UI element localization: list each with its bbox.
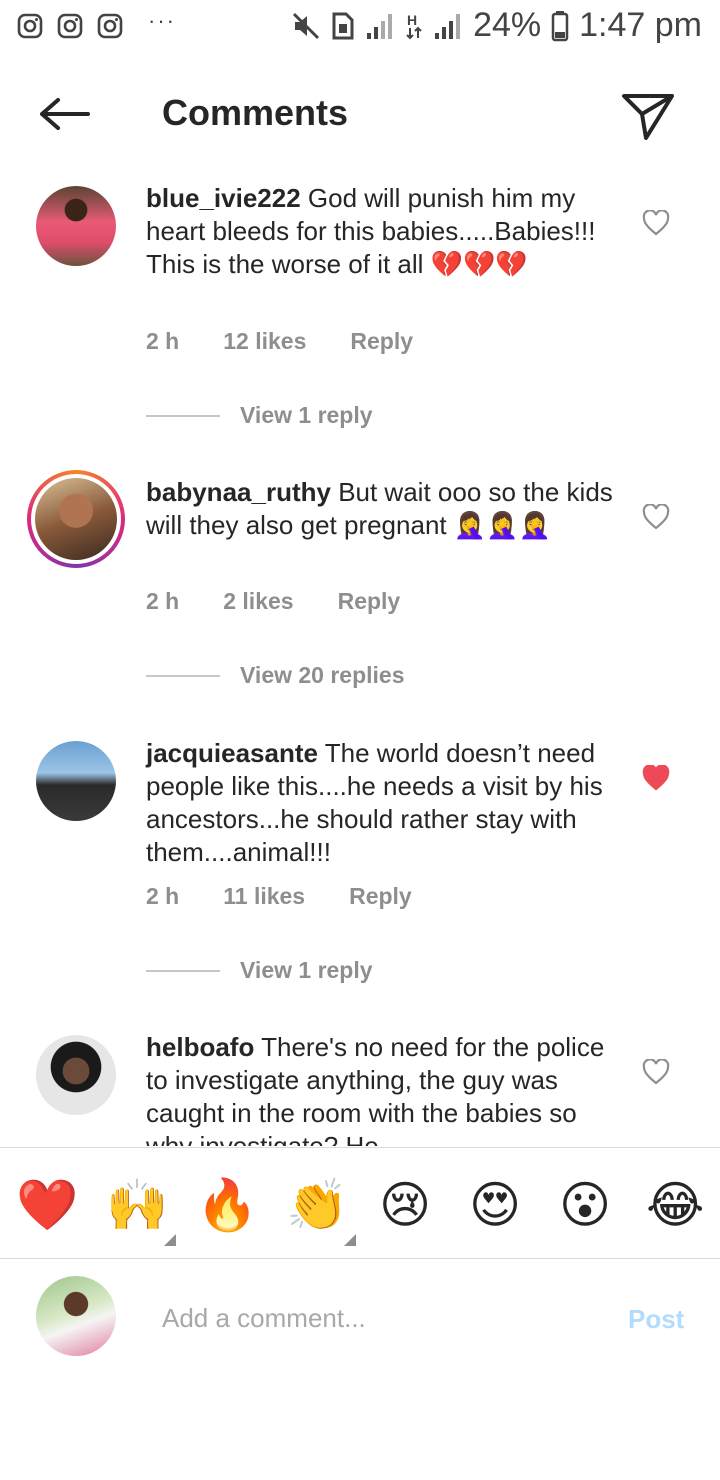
post-button[interactable]: Post <box>628 1304 684 1335</box>
comment-username[interactable]: blue_ivie222 <box>146 183 301 213</box>
comment-likes[interactable]: 11 likes <box>223 883 305 910</box>
view-replies-button[interactable]: View 1 reply <box>146 402 373 429</box>
emoji-surprised-button[interactable]: 😮 <box>556 1176 614 1234</box>
view-replies-label[interactable]: View 1 reply <box>240 957 373 984</box>
comment-input[interactable] <box>162 1298 582 1338</box>
emoji-raised-hands-button[interactable]: 🙌 <box>106 1176 168 1234</box>
emoji-heart-eyes-button[interactable]: 😍 <box>466 1176 524 1234</box>
emoji-heart-button[interactable]: ❤️ <box>16 1176 78 1234</box>
comment-time: 2 h <box>146 328 180 354</box>
like-heart-icon[interactable] <box>642 1059 670 1085</box>
emoji-quick-bar: ❤️ 🙌 🔥 👏 😢 😍 😮 😂 <box>0 1147 720 1259</box>
reply-button[interactable]: Reply <box>349 883 412 910</box>
comment-time: 2 h <box>146 588 180 614</box>
comment-text: babynaa_ruthy But wait ooo so the kids w… <box>146 476 616 542</box>
back-arrow-icon[interactable] <box>36 94 92 134</box>
current-user-avatar <box>36 1276 116 1356</box>
like-heart-icon[interactable] <box>642 504 670 530</box>
comment-likes[interactable]: 12 likes <box>223 328 306 355</box>
battery-icon <box>551 10 569 41</box>
avatar[interactable] <box>36 186 116 266</box>
status-bar: ··· H 24% 1:47 pm <box>0 0 720 56</box>
view-replies-label[interactable]: View 20 replies <box>240 662 405 689</box>
avatar[interactable] <box>35 478 117 560</box>
reply-button[interactable]: Reply <box>338 588 401 615</box>
view-replies-label[interactable]: View 1 reply <box>240 402 373 429</box>
add-comment-bar: Post <box>0 1260 720 1370</box>
reply-divider <box>146 969 220 972</box>
comment-text: blue_ivie222 God will punish him my hear… <box>146 182 616 281</box>
data-transfer-icon: H <box>406 12 422 39</box>
direct-share-icon[interactable] <box>620 92 676 142</box>
comment-meta: 2 h 2 likes Reply <box>146 588 444 615</box>
instagram-icon <box>97 13 123 39</box>
svg-text:H: H <box>407 12 417 28</box>
comment-meta: 2 h 12 likes Reply <box>146 328 457 355</box>
comment-username[interactable]: jacquieasante <box>146 738 318 768</box>
view-replies-button[interactable]: View 1 reply <box>146 957 373 984</box>
battery-percentage: 24% <box>473 6 542 44</box>
status-bar-right: H 24% 1:47 pm <box>291 6 702 45</box>
avatar[interactable] <box>36 1035 116 1115</box>
avatar[interactable] <box>36 741 116 821</box>
emoji-crying-button[interactable]: 😢 <box>376 1176 434 1234</box>
emoji-clapping-button[interactable]: 👏 <box>286 1176 348 1234</box>
signal-icon <box>367 13 393 39</box>
header: Comments <box>0 72 720 162</box>
emoji-fire-button[interactable]: 🔥 <box>196 1176 258 1234</box>
comment-username[interactable]: helboafo <box>146 1032 254 1062</box>
comment-text: jacquieasante The world doesn’t need peo… <box>146 737 616 869</box>
comment-meta: 2 h 11 likes Reply <box>146 883 456 910</box>
reply-divider <box>146 414 220 417</box>
view-replies-button[interactable]: View 20 replies <box>146 662 405 689</box>
story-ring[interactable] <box>27 470 125 568</box>
comment-likes[interactable]: 2 likes <box>223 588 293 615</box>
clock: 1:47 pm <box>579 6 702 44</box>
instagram-icon <box>17 13 43 39</box>
skin-tone-indicator <box>344 1234 356 1246</box>
comment-username[interactable]: babynaa_ruthy <box>146 477 331 507</box>
comments-list[interactable]: blue_ivie222 God will punish him my hear… <box>0 180 720 1146</box>
comment-text: helboafo There's no need for the police … <box>146 1031 616 1146</box>
signal-icon <box>435 13 461 39</box>
more-notifications-indicator: ··· <box>148 8 176 33</box>
like-heart-icon[interactable] <box>642 210 670 236</box>
instagram-icon <box>57 13 83 39</box>
comment-time: 2 h <box>146 883 180 909</box>
mute-icon <box>293 12 320 39</box>
page-title: Comments <box>162 92 349 133</box>
emoji-joy-button[interactable]: 😂 <box>646 1176 704 1234</box>
reply-button[interactable]: Reply <box>350 328 413 355</box>
sim-icon <box>332 12 354 39</box>
skin-tone-indicator <box>164 1234 176 1246</box>
liked-heart-icon[interactable] <box>642 765 670 791</box>
reply-divider <box>146 674 220 677</box>
